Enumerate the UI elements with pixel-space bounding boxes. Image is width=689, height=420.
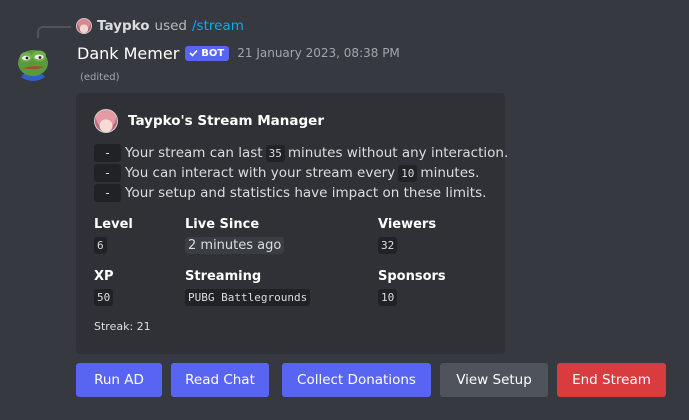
field-value[interactable]: 2 minutes ago <box>185 237 285 254</box>
message-header: Dank Memer BOT 21 January 2023, 08:38 PM <box>77 42 400 64</box>
embed-author: Taypko's Stream Manager <box>94 108 324 134</box>
reply-user-avatar[interactable] <box>76 18 92 34</box>
field-name: Level <box>94 217 133 232</box>
description-line: - Your stream can last 35 minutes withou… <box>94 143 508 163</box>
reply-username[interactable]: Taypko <box>97 18 150 34</box>
streak-footer: Streak: 21 <box>94 320 151 333</box>
field-viewers: Viewers 32 <box>378 217 436 254</box>
stream-manager-embed: Taypko's Stream Manager - Your stream ca… <box>76 93 508 354</box>
reply-context[interactable]: Taypko used /stream <box>76 17 244 35</box>
description-line: - Your setup and statistics have impact … <box>94 183 508 203</box>
field-name: Live Since <box>185 217 260 232</box>
embed-author-avatar <box>94 109 118 133</box>
message-timestamp[interactable]: 21 January 2023, 08:38 PM <box>237 46 400 60</box>
field-value: 10 <box>378 289 398 306</box>
field-name: Sponsors <box>378 269 446 284</box>
bot-avatar[interactable] <box>13 41 53 81</box>
field-live-since: Live Since 2 minutes ago <box>185 217 285 254</box>
field-value: PUBG Battlegrounds <box>185 289 311 306</box>
description-text: minutes. <box>420 165 480 181</box>
view-setup-button[interactable]: View Setup <box>440 363 548 397</box>
field-streaming: Streaming PUBG Battlegrounds <box>185 269 311 306</box>
verified-check-icon <box>189 49 198 57</box>
field-sponsors: Sponsors 10 <box>378 269 446 306</box>
read-chat-button[interactable]: Read Chat <box>171 363 269 397</box>
field-level: Level 6 <box>94 217 133 254</box>
description-line: - You can interact with your stream ever… <box>94 163 508 183</box>
field-name: Streaming <box>185 269 262 284</box>
field-xp: XP 50 <box>94 269 114 306</box>
field-name: XP <box>94 269 114 284</box>
pepe-avatar-icon <box>13 41 53 81</box>
bot-tag: BOT <box>185 45 230 61</box>
bot-tag-label: BOT <box>201 47 225 59</box>
description-text: minutes without any interaction. <box>287 145 509 161</box>
dash-code: - <box>94 164 121 182</box>
run-ad-button[interactable]: Run AD <box>76 363 162 397</box>
field-value: 6 <box>94 237 107 254</box>
edited-label: (edited) <box>80 72 120 83</box>
end-stream-button[interactable]: End Stream <box>557 363 666 397</box>
dash-code: - <box>94 144 121 162</box>
interval-code: 10 <box>398 164 418 182</box>
author-name[interactable]: Dank Memer <box>77 44 179 63</box>
field-value: 50 <box>94 289 114 306</box>
reply-used-text: used <box>154 18 187 34</box>
duration-code: 35 <box>265 144 285 162</box>
embed-author-name: Taypko's Stream Manager <box>128 113 324 129</box>
embed-description: - Your stream can last 35 minutes withou… <box>94 143 508 203</box>
reply-connector <box>37 26 71 38</box>
collect-donations-button[interactable]: Collect Donations <box>282 363 431 397</box>
description-text: Your stream can last <box>125 145 263 161</box>
description-text: Your setup and statistics have impact on… <box>125 185 487 201</box>
description-text: You can interact with your stream every <box>125 165 396 181</box>
dash-code: - <box>94 184 121 202</box>
field-value: 32 <box>378 237 398 254</box>
reply-command[interactable]: /stream <box>192 18 244 34</box>
field-name: Viewers <box>378 217 437 232</box>
